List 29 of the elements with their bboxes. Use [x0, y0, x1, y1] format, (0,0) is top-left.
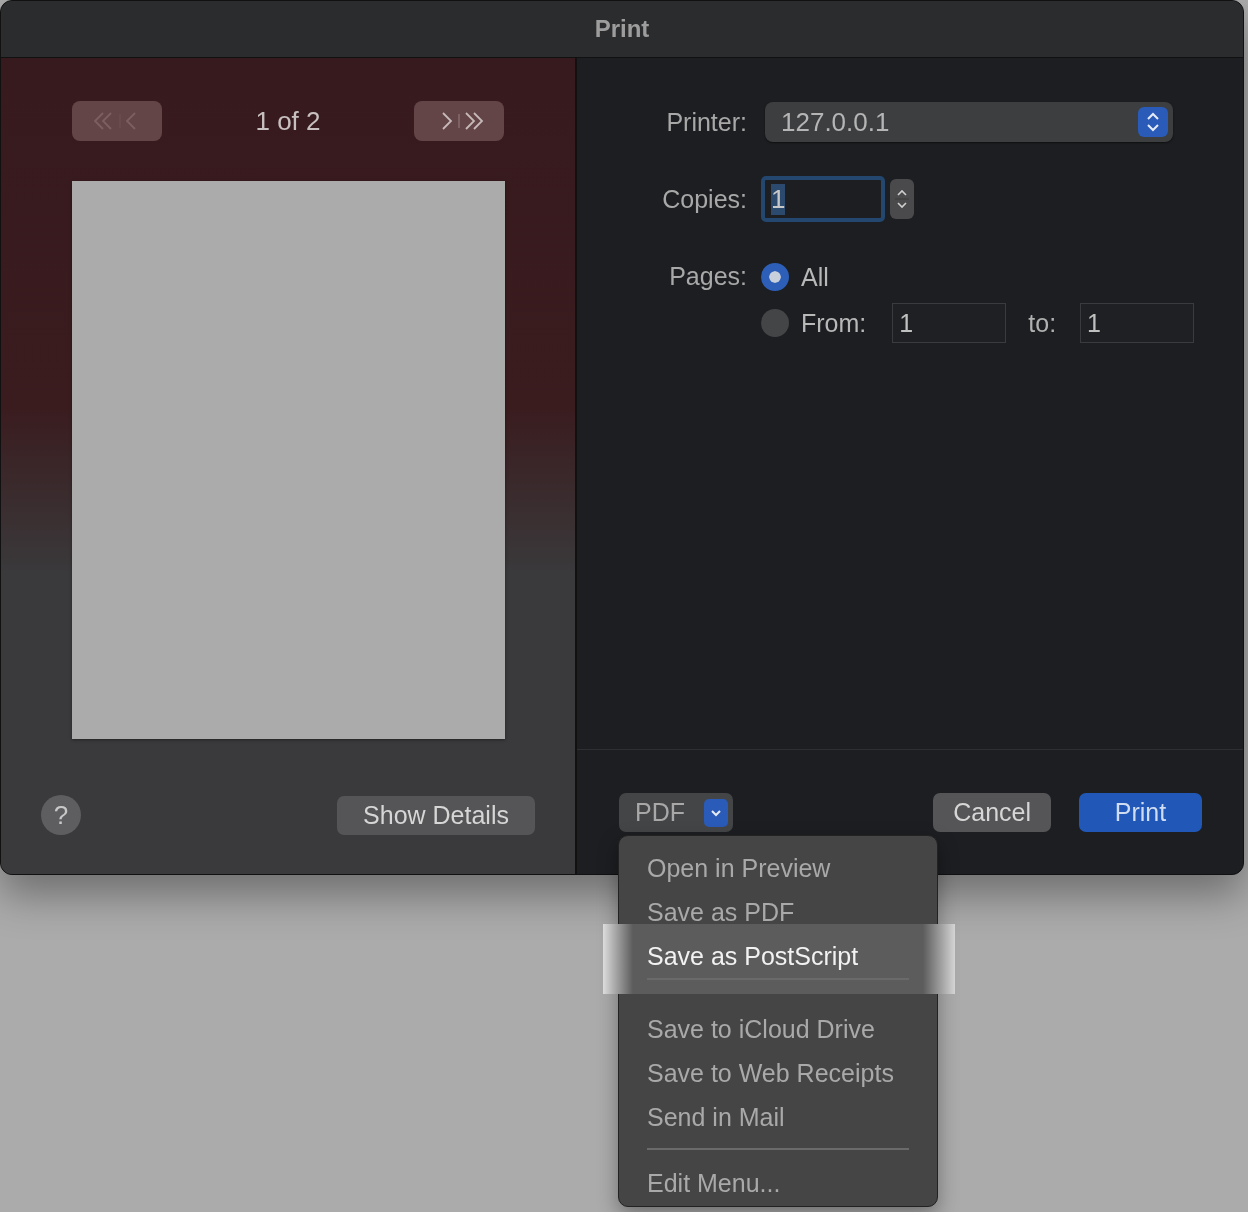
next-page-button[interactable] — [414, 101, 504, 141]
page-indicator: 1 of 2 — [255, 105, 321, 137]
copies-label: Copies: — [661, 184, 747, 214]
to-field[interactable]: 1 — [1080, 303, 1195, 343]
radio-button[interactable] — [761, 309, 789, 337]
menu-item[interactable]: Save to iCloud Drive — [619, 1007, 937, 1051]
chevron-down-icon — [704, 798, 728, 827]
menu-item[interactable]: Save to Web Receipts — [619, 1051, 937, 1095]
show-details-button[interactable]: Show Details — [337, 795, 535, 835]
from-field[interactable]: 1 — [892, 303, 1007, 343]
menu-item[interactable]: Edit Menu... — [619, 1161, 937, 1205]
menu-item[interactable]: Open in Preview — [619, 846, 937, 890]
pdf-menu-button[interactable]: PDF — [619, 793, 733, 832]
window-title: Print — [594, 15, 650, 43]
pages-label: Pages: — [668, 262, 747, 291]
radio-label: All — [801, 262, 829, 292]
copies-stepper[interactable] — [890, 179, 914, 219]
menu-item[interactable]: Send in Mail — [619, 1095, 937, 1139]
printer-label: Printer: — [665, 107, 747, 137]
cancel-button[interactable]: Cancel — [933, 793, 1051, 832]
menu-item[interactable]: Save as PostScript — [603, 924, 955, 994]
to-label: to: — [1028, 308, 1057, 338]
radio-button[interactable] — [761, 263, 789, 291]
copies-field[interactable]: 1 — [761, 176, 885, 222]
help-button[interactable]: ? — [41, 795, 81, 835]
up-down-arrows-icon — [1138, 107, 1168, 137]
print-button[interactable]: Print — [1079, 793, 1202, 832]
radio-label: From: — [801, 308, 867, 338]
printer-popup[interactable]: 127.0.0.1 — [765, 102, 1173, 142]
